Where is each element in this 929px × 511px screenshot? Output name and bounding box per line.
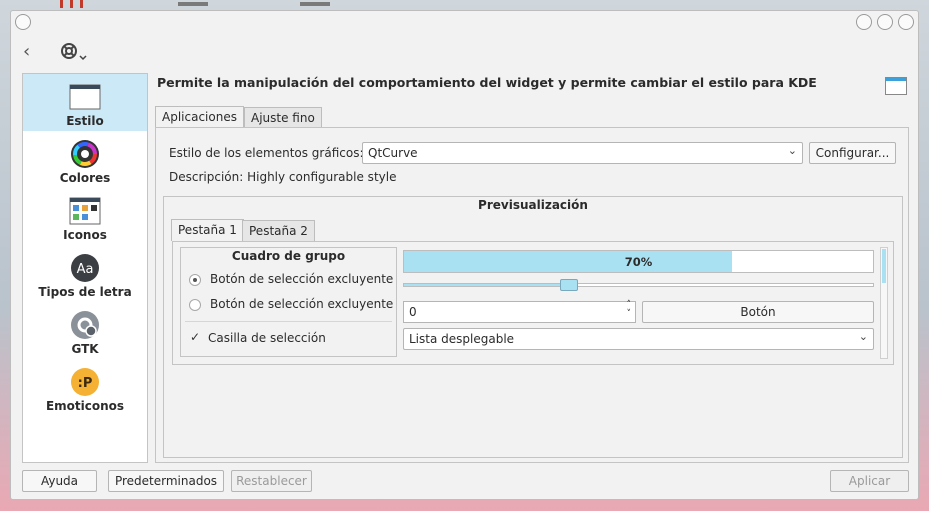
sidebar-item-label: Colores xyxy=(59,171,111,185)
emoticons-icon: :P xyxy=(71,368,99,396)
checkbox[interactable]: ✓ xyxy=(190,330,200,344)
preview-title: Previsualización xyxy=(478,198,588,212)
help-button[interactable]: Ayuda xyxy=(22,470,97,492)
sidebar-item-estilo[interactable]: Estilo xyxy=(23,74,147,131)
sidebar-item-label: Iconos xyxy=(63,228,107,242)
tab-aplicaciones[interactable]: Aplicaciones xyxy=(155,106,244,128)
group-box: Cuadro de grupo Botón de selección exclu… xyxy=(180,247,397,357)
sidebar: Estilo Colores Iconos Aa Tipos de letra … xyxy=(22,73,148,463)
tab-pestana-2[interactable]: Pestaña 2 xyxy=(242,220,315,241)
group-box-title: Cuadro de grupo xyxy=(231,249,346,263)
chevron-down-icon: ⌄ xyxy=(787,144,797,157)
sidebar-item-iconos[interactable]: Iconos xyxy=(23,188,147,245)
preview-tab-panel: Cuadro de grupo Botón de selección exclu… xyxy=(172,241,894,365)
progress-text: 70% xyxy=(624,255,653,269)
color-wheel-icon xyxy=(71,140,99,168)
radio-label-2: Botón de selección excluyente xyxy=(210,297,394,311)
page-title: Permite la manipulación del comportamien… xyxy=(157,75,817,90)
slider-handle[interactable] xyxy=(560,279,578,291)
sidebar-item-label: Estilo xyxy=(66,114,104,128)
toolbar: ‹ xyxy=(11,39,918,67)
system-settings-window: ‹ Estilo Colores Iconos Aa Tipos de letr… xyxy=(10,10,919,500)
fonts-icon: Aa xyxy=(71,254,99,282)
tab-pestana-1[interactable]: Pestaña 1 xyxy=(171,219,244,241)
sidebar-item-colores[interactable]: Colores xyxy=(23,131,147,188)
svg-text:Aa: Aa xyxy=(77,262,94,277)
radio-button-1[interactable] xyxy=(189,274,201,286)
scrollbar-thumb[interactable] xyxy=(882,249,886,283)
spin-arrows-icon[interactable]: ˄ ˅ xyxy=(627,301,632,319)
lifebuoy-icon[interactable] xyxy=(59,41,93,63)
spin-box[interactable]: 0 ˄ ˅ xyxy=(403,301,636,323)
progress-bar: 70% xyxy=(403,250,874,273)
chevron-down-icon: ⌄ xyxy=(858,330,868,343)
dropdown-value: Lista desplegable xyxy=(409,332,515,346)
gtk-icon xyxy=(71,311,99,339)
sidebar-item-label: Tipos de letra xyxy=(38,285,132,299)
desktop-mark xyxy=(178,2,208,6)
widget-style-value: QtCurve xyxy=(368,146,418,160)
desktop-mark xyxy=(60,0,63,8)
icons-icon xyxy=(69,197,101,225)
tab-panel-aplicaciones: Estilo de los elementos gráficos: QtCurv… xyxy=(155,127,909,463)
configure-button[interactable]: Configurar... xyxy=(809,142,896,164)
preview-button[interactable]: Botón xyxy=(642,301,874,323)
defaults-button[interactable]: Predeterminados xyxy=(108,470,224,492)
sidebar-item-label: GTK xyxy=(71,342,99,356)
widget-style-label: Estilo de los elementos gráficos: xyxy=(169,146,364,160)
spin-box-value: 0 xyxy=(409,305,417,319)
desktop-mark xyxy=(300,2,330,6)
desktop-mark xyxy=(70,0,73,8)
close-button[interactable] xyxy=(898,14,914,30)
back-arrow-icon[interactable]: ‹ xyxy=(23,41,41,63)
checkbox-label: Casilla de selección xyxy=(208,331,326,345)
maximize-button[interactable] xyxy=(877,14,893,30)
svg-text::P: :P xyxy=(78,376,93,391)
desktop-mark xyxy=(80,0,83,8)
slider[interactable] xyxy=(403,279,874,291)
scrollbar[interactable] xyxy=(880,247,888,359)
window-style-icon xyxy=(69,84,101,110)
minimize-button[interactable] xyxy=(856,14,872,30)
sidebar-item-emoticonos[interactable]: :P Emoticonos xyxy=(23,359,147,416)
radio-label-1: Botón de selección excluyente xyxy=(210,272,394,286)
separator xyxy=(185,321,392,322)
titlebar xyxy=(11,11,918,35)
window-style-icon xyxy=(885,77,907,95)
sidebar-item-tipos-de-letra[interactable]: Aa Tipos de letra xyxy=(23,245,147,302)
style-description: Descripción: Highly configurable style xyxy=(169,170,397,184)
tab-ajuste-fino[interactable]: Ajuste fino xyxy=(244,107,322,128)
slider-fill xyxy=(404,284,569,286)
sidebar-item-label: Emoticonos xyxy=(45,399,125,413)
sidebar-item-gtk[interactable]: GTK xyxy=(23,302,147,359)
widget-style-select[interactable]: QtCurve ⌄ xyxy=(362,142,803,164)
preview-group: Previsualización Pestaña 1 Pestaña 2 Cua… xyxy=(163,196,903,458)
apply-button[interactable]: Aplicar xyxy=(830,470,909,492)
radio-button-2[interactable] xyxy=(189,299,201,311)
dropdown-list[interactable]: Lista desplegable ⌄ xyxy=(403,328,874,350)
reset-button[interactable]: Restablecer xyxy=(231,470,312,492)
window-menu-button[interactable] xyxy=(15,14,31,30)
